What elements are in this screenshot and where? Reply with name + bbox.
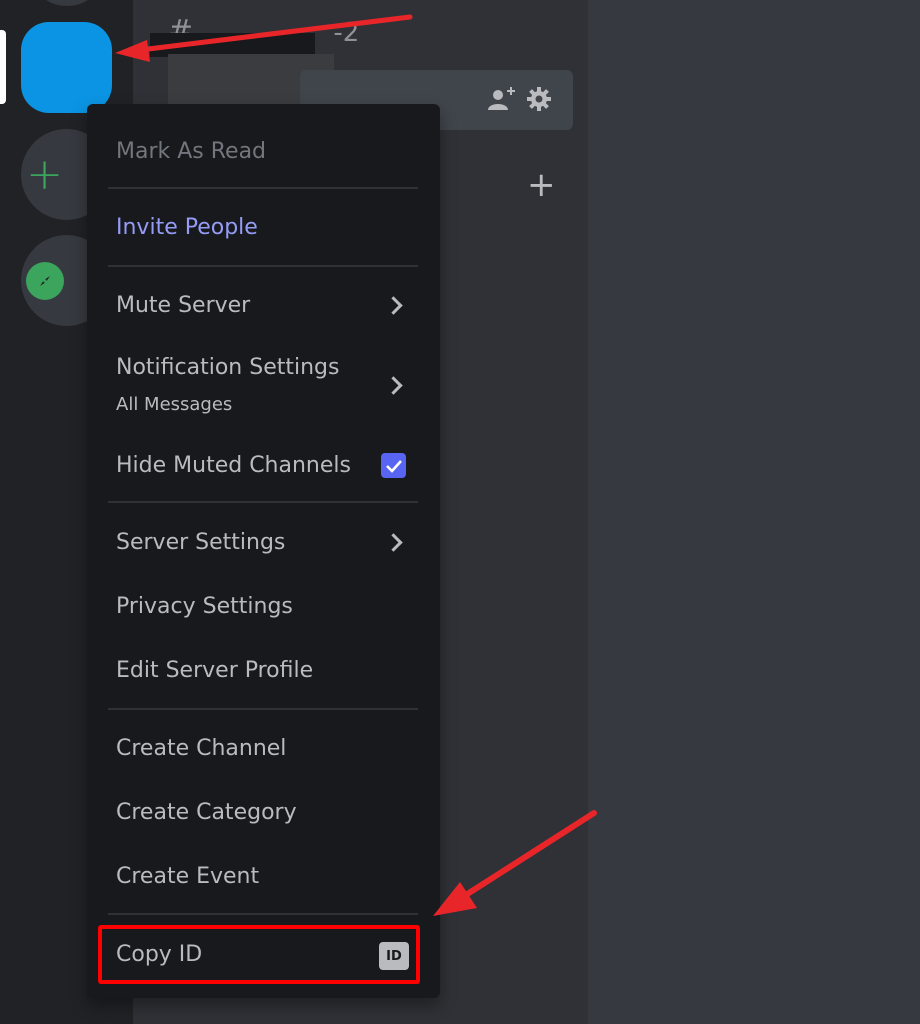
check-icon	[385, 459, 402, 473]
menu-item-notification-settings[interactable]: Notification Settings	[116, 357, 339, 379]
menu-item-create-category[interactable]: Create Category	[116, 802, 297, 824]
channel-name: -2	[333, 18, 360, 48]
compass-icon	[25, 261, 64, 300]
menu-item-mute-server[interactable]: Mute Server	[116, 295, 250, 317]
chevron-right-icon	[384, 376, 403, 395]
gear-icon[interactable]	[527, 87, 551, 115]
chevron-right-icon	[384, 533, 403, 552]
menu-item-privacy-settings[interactable]: Privacy Settings	[116, 596, 293, 618]
menu-item-create-event[interactable]: Create Event	[116, 866, 259, 888]
menu-item-edit-server-profile[interactable]: Edit Server Profile	[116, 660, 313, 682]
menu-item-hide-muted-channels[interactable]: Hide Muted Channels	[116, 455, 351, 477]
annotation-highlight-box	[98, 925, 420, 984]
add-channel-icon[interactable]: +	[527, 168, 556, 202]
menu-separator	[108, 501, 418, 503]
menu-separator	[108, 913, 418, 915]
server-context-menu: Mark As Read Invite People Mute Server N…	[87, 104, 440, 998]
chevron-right-icon	[384, 296, 403, 315]
menu-item-invite-people[interactable]: Invite People	[116, 217, 258, 239]
notification-settings-value: All Messages	[116, 394, 233, 415]
selected-server-indicator	[0, 30, 6, 104]
menu-separator	[108, 187, 418, 189]
menu-item-server-settings[interactable]: Server Settings	[116, 532, 285, 554]
selected-server-icon[interactable]	[21, 22, 112, 113]
plus-icon: +	[26, 148, 63, 200]
chat-area	[588, 0, 920, 1024]
add-member-icon[interactable]	[488, 86, 518, 116]
server-icon-partial[interactable]	[38, 0, 96, 6]
menu-separator	[108, 708, 418, 710]
menu-separator	[108, 265, 418, 267]
menu-item-mark-as-read[interactable]: Mark As Read	[116, 141, 266, 163]
menu-item-create-channel[interactable]: Create Channel	[116, 738, 286, 760]
hide-muted-checkbox[interactable]	[381, 453, 406, 478]
